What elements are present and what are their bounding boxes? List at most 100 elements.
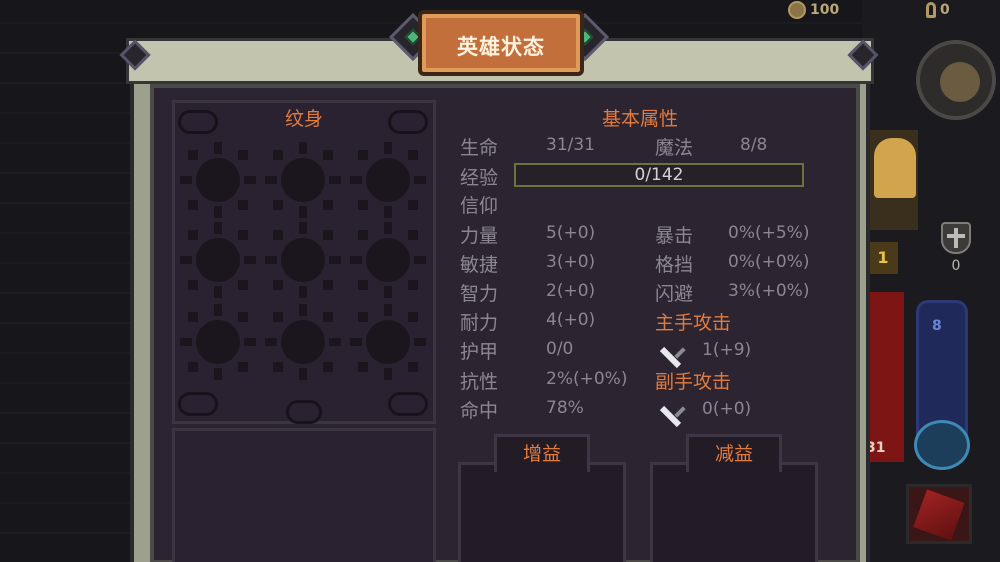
tattoo-slot[interactable] [263, 302, 343, 382]
sun-ray [299, 206, 307, 218]
sun-ray [350, 338, 362, 346]
tattoo-slot[interactable] [348, 302, 428, 382]
level-badge: 1 [868, 242, 898, 274]
hp-bar [866, 292, 904, 462]
tattoo-lower-box [172, 428, 436, 562]
sun-icon [196, 158, 240, 202]
sun-ray [265, 256, 277, 264]
sun-ray [273, 200, 283, 210]
shield-icon [941, 222, 971, 254]
tattoo-slot[interactable] [178, 220, 258, 300]
stamina-value: 4(+0) [546, 310, 596, 330]
offhand-title: 副手攻击 [655, 371, 732, 393]
sun-ray [323, 230, 333, 240]
sun-ray [329, 176, 341, 184]
tattoo-slot[interactable] [178, 302, 258, 382]
strength-label: 力量 [460, 225, 499, 247]
knot-ornament [388, 392, 428, 416]
mp-value: 8/8 [740, 135, 768, 155]
sun-ray [323, 312, 333, 322]
sun-ray [180, 176, 192, 184]
sun-ray [358, 280, 368, 290]
sun-ray [384, 286, 392, 298]
intellect-value: 2(+0) [546, 281, 596, 301]
sun-ray [299, 286, 307, 298]
hero-portrait[interactable] [868, 130, 918, 230]
dodge-label: 闪避 [655, 283, 694, 305]
strength-value: 5(+0) [546, 223, 596, 243]
tattoo-slot[interactable] [348, 220, 428, 300]
shield-count: 0 [951, 258, 961, 274]
sun-ray [408, 200, 418, 210]
sun-ray [214, 222, 222, 234]
key-counter: 0 [926, 0, 996, 20]
sun-ray [299, 142, 307, 154]
mainhand-title: 主手攻击 [655, 312, 732, 334]
sun-ray [384, 304, 392, 316]
mainhand-value: 1(+9) [702, 340, 752, 360]
sun-ray [350, 256, 362, 264]
sun-icon [366, 158, 410, 202]
agility-value: 3(+0) [546, 252, 596, 272]
sun-ray [273, 362, 283, 372]
hit-label: 命中 [460, 400, 499, 422]
crit-label: 暴击 [655, 225, 694, 247]
sun-ray [414, 338, 426, 346]
skill-slot[interactable] [906, 484, 972, 544]
resist-value: 2%(+0%) [546, 369, 628, 389]
hp-number: 31 [866, 440, 886, 456]
block-label: 格挡 [655, 254, 694, 276]
key-icon [926, 2, 936, 18]
sun-ray [188, 312, 198, 322]
sword-icon [658, 334, 688, 369]
sun-ray [358, 362, 368, 372]
tattoo-slot[interactable] [263, 140, 343, 220]
sun-icon [281, 320, 325, 364]
sun-ray [323, 362, 333, 372]
sun-ray [408, 150, 418, 160]
tattoo-slot[interactable] [178, 140, 258, 220]
sun-ray [408, 362, 418, 372]
swirl-skill-icon[interactable] [914, 420, 970, 470]
sun-ray [214, 368, 222, 380]
armor-label: 护甲 [460, 341, 499, 363]
hp-value: 31/31 [546, 135, 595, 155]
sun-ray [265, 176, 277, 184]
stamina-label: 耐力 [460, 312, 499, 334]
sun-ray [384, 142, 392, 154]
sun-ray [414, 256, 426, 264]
coin-counter: 100 [788, 0, 878, 20]
sun-icon [281, 238, 325, 282]
sun-ray [238, 150, 248, 160]
sun-ray [299, 368, 307, 380]
sun-ray [188, 280, 198, 290]
buff-box [458, 462, 626, 562]
sword-icon [940, 62, 980, 102]
coin-count: 100 [810, 2, 840, 18]
sun-ray [414, 176, 426, 184]
title-banner: 英雄状态 [388, 6, 610, 78]
sun-ray [238, 200, 248, 210]
mp-label: 魔法 [655, 137, 694, 159]
dodge-value: 3%(+0%) [728, 281, 810, 301]
sun-ray [358, 150, 368, 160]
sun-icon [196, 320, 240, 364]
tattoo-slot[interactable] [263, 220, 343, 300]
block-value: 0%(+0%) [728, 252, 810, 272]
shield-slot[interactable]: 0 [934, 218, 978, 290]
sun-ray [238, 230, 248, 240]
coin-icon [788, 1, 806, 19]
tattoo-slot[interactable] [348, 140, 428, 220]
sun-icon [366, 238, 410, 282]
sun-ray [238, 280, 248, 290]
exp-bar: 0/142 [514, 163, 804, 187]
sun-ray [408, 280, 418, 290]
faith-label: 信仰 [460, 195, 499, 217]
offhand-value: 0(+0) [702, 399, 752, 419]
sun-ray [384, 206, 392, 218]
sun-icon [366, 320, 410, 364]
debuff-box [650, 462, 818, 562]
sun-ray [408, 230, 418, 240]
sun-ray [329, 256, 341, 264]
weapon-button[interactable] [916, 40, 996, 120]
